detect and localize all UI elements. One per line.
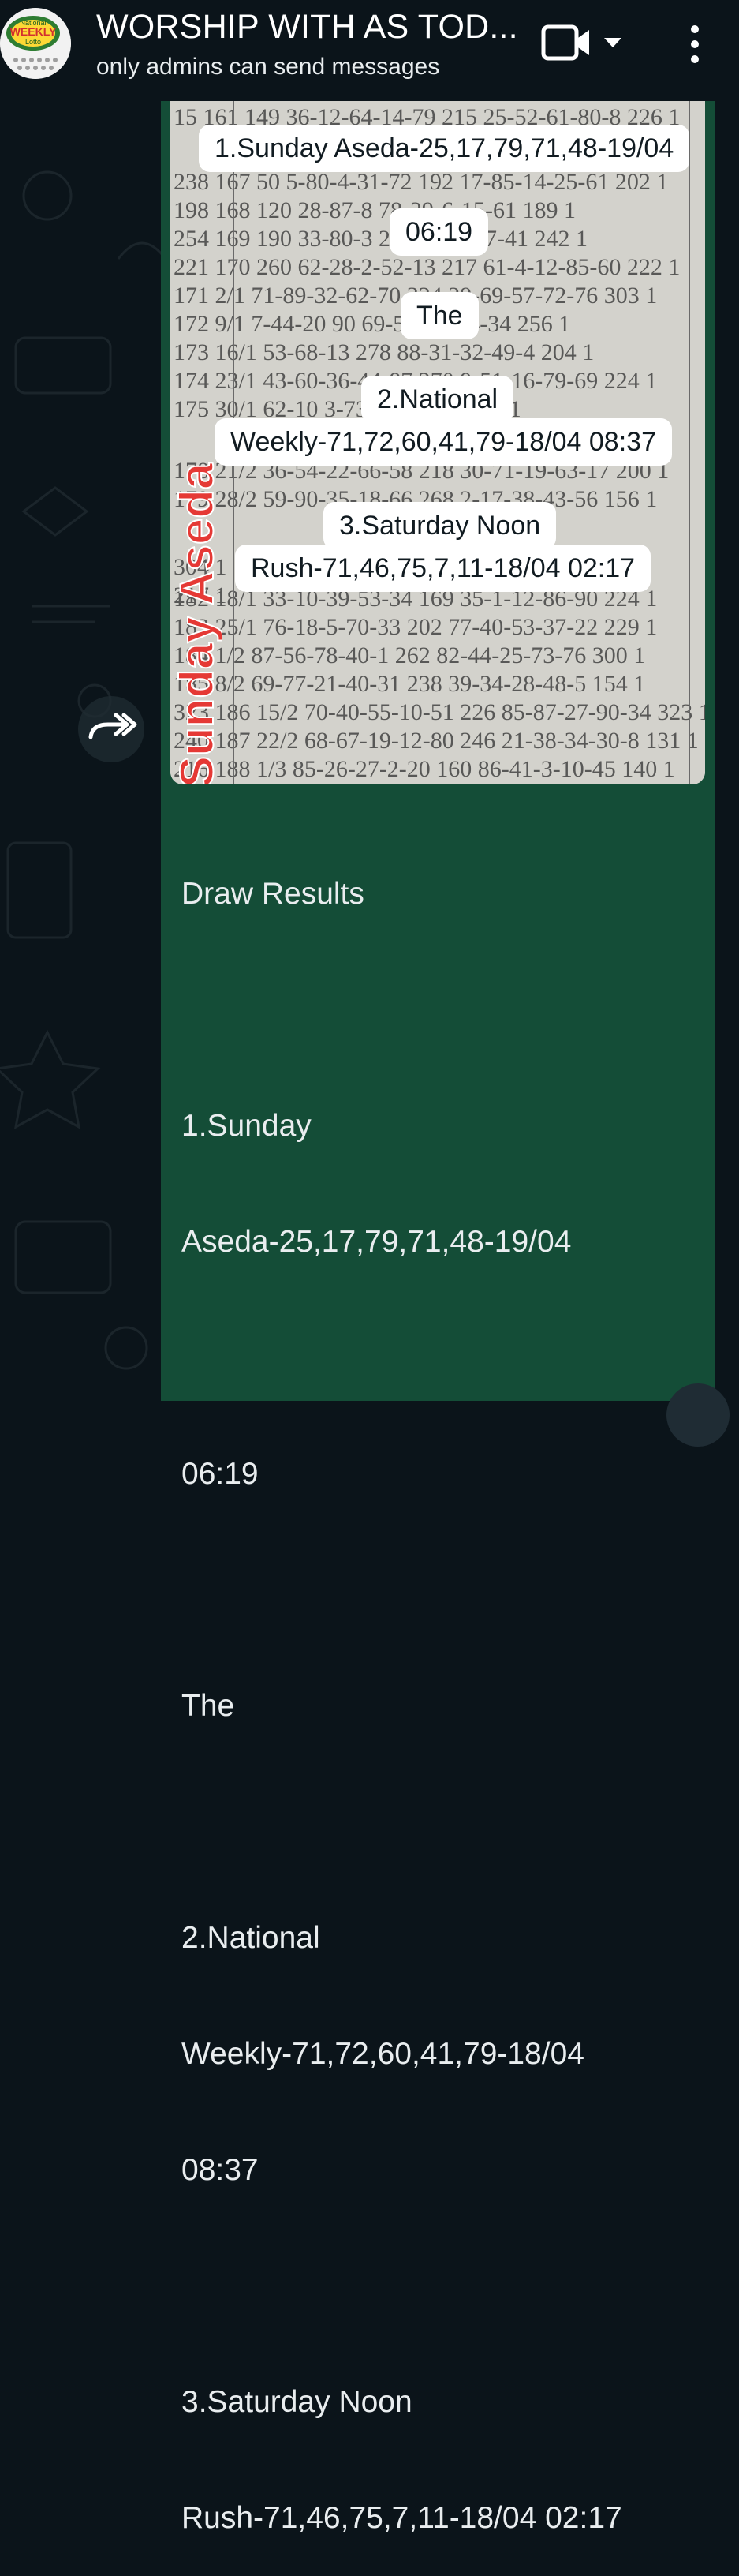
caption-line-3: Aseda-25,17,79,71,48-19/04 <box>181 1225 572 1259</box>
group-avatar[interactable]: National WEEKLY Lotto <box>0 8 71 79</box>
caption-line-9: 3.Saturday Noon <box>181 2385 412 2419</box>
svg-text:254 169 190 33-80-3 25-31-78-6: 254 169 190 33-80-3 25-31-78-67-41 242 1 <box>174 226 588 252</box>
chat-header: National WEEKLY Lotto WORSHIP WITH AS TO… <box>0 0 739 101</box>
caption-line-6: 2.National <box>181 1921 320 1955</box>
caption-line-5: The <box>181 1689 235 1723</box>
caption-line-10: Rush-71,46,75,7,11-18/04 02:17 <box>181 2501 622 2535</box>
more-vertical-icon <box>691 25 699 63</box>
svg-text:183 25/1 76-18-5-70-33 202 77-: 183 25/1 76-18-5-70-33 202 77-40-53-37-2… <box>174 614 657 640</box>
forward-icon <box>88 713 137 739</box>
national-weekly-lotto-logo: National WEEKLY Lotto <box>0 8 71 79</box>
scroll-to-bottom-button[interactable] <box>666 1383 730 1447</box>
chat-subtitle: only admins can send messages <box>96 54 440 80</box>
svg-text:185 8/2 69-77-21-40-31 238 39-: 185 8/2 69-77-21-40-31 238 39-34-28-48-5… <box>174 671 645 697</box>
caption-line-8: 08:37 <box>181 2153 259 2187</box>
svg-text:173 16/1 53-68-13 278 88-31-32: 173 16/1 53-68-13 278 88-31-32-49-4 204 … <box>174 339 594 365</box>
forward-button[interactable] <box>78 696 144 762</box>
caption-line-4: 06:19 <box>181 1457 259 1491</box>
image-vertical-text: Sunday Aseda <box>175 462 222 784</box>
caption-line-1: Draw Results <box>181 877 364 911</box>
message-image[interactable]: 15 161 149 36-12-64-14-79 215 25-52-61-8… <box>170 101 705 784</box>
svg-text:240 187 22/2 68-67-19-12-80 24: 240 187 22/2 68-67-19-12-80 246 21-38-34… <box>174 728 699 754</box>
video-call-button[interactable] <box>540 24 603 63</box>
overlay-line-7: Rush-71,46,75,7,11-18/04 02:17 <box>235 545 651 592</box>
svg-text:184 1/2 87-56-78-40-1 262 82-4: 184 1/2 87-56-78-40-1 262 82-44-25-73-76… <box>174 642 645 668</box>
message-caption: Draw Results 1.Sunday Aseda-25,17,79,71,… <box>181 797 702 2576</box>
svg-text:216 188 1/3 85-26-27-2-20 160: 216 188 1/3 85-26-27-2-20 160 86-41-3-10… <box>174 756 675 782</box>
avatar-logo-line2: WEEKLY <box>10 25 57 38</box>
overlay-line-3: The <box>401 292 479 339</box>
avatar-logo-line3: Lotto <box>25 38 41 46</box>
chevron-down-icon <box>604 38 621 47</box>
chat-title[interactable]: WORSHIP WITH AS TOD... <box>96 8 518 47</box>
svg-text:221 170 260 62-28-2-52-13 217: 221 170 260 62-28-2-52-13 217 61-4-12-85… <box>174 254 680 280</box>
sunday-aseda-vertical-label: Sunday Aseda <box>175 462 222 784</box>
overlay-line-6: 3.Saturday Noon <box>323 502 557 549</box>
caption-line-7: Weekly-71,72,60,41,79-18/04 <box>181 2037 584 2071</box>
call-options-dropdown[interactable] <box>601 33 625 52</box>
overlay-line-2: 06:19 <box>390 208 489 256</box>
svg-text:238 167 50 5-80-4-31-72 192 17: 238 167 50 5-80-4-31-72 192 17-85-14-25-… <box>174 169 668 195</box>
svg-text:323 186 15/2 70-40-55-10-51 22: 323 186 15/2 70-40-55-10-51 226 85-87-27… <box>174 699 705 725</box>
overlay-line-1: 1.Sunday Aseda-25,17,79,71,48-19/04 <box>199 125 690 172</box>
caption-line-2: 1.Sunday <box>181 1109 312 1143</box>
video-call-icon <box>541 24 589 61</box>
overlay-line-4: 2.National <box>361 376 514 423</box>
overlay-line-5: Weekly-71,72,60,41,79-18/04 08:37 <box>215 418 672 466</box>
more-options-button[interactable] <box>685 22 705 66</box>
